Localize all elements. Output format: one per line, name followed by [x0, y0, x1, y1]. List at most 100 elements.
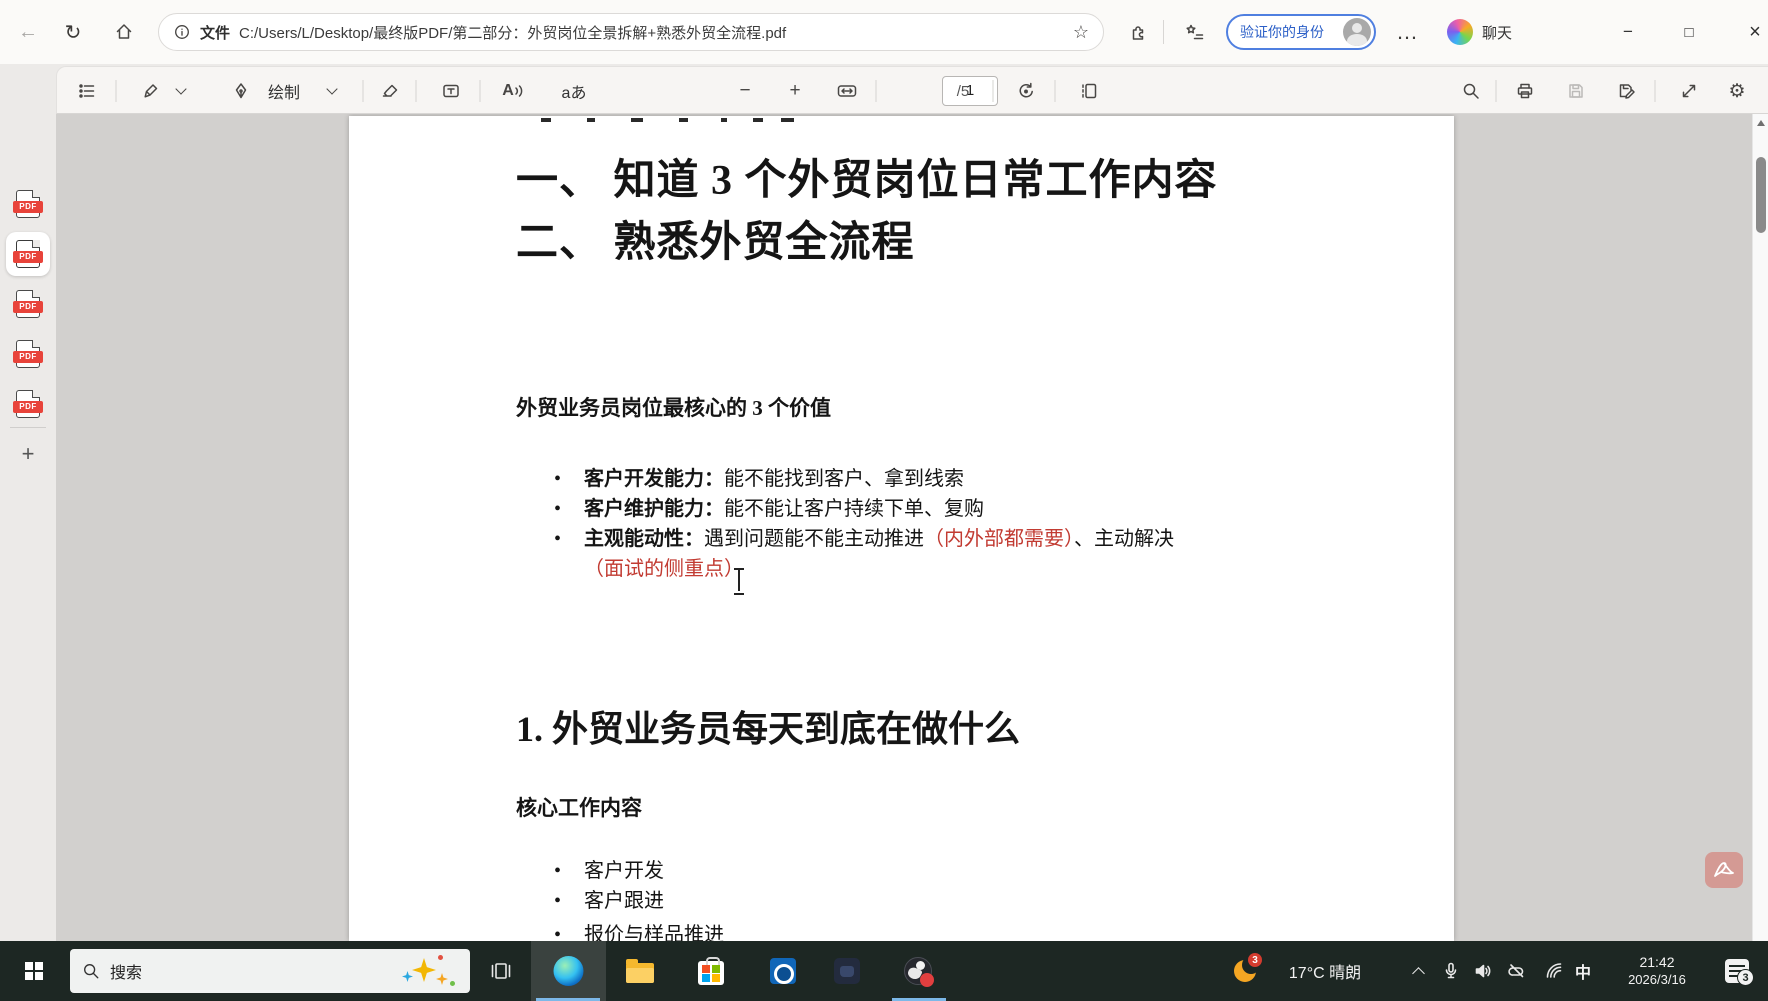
taskbar-search-box[interactable]: 搜索	[70, 949, 470, 993]
profile-avatar	[1343, 18, 1371, 46]
doc-heading-2: 二、 熟悉外贸全流程	[516, 208, 915, 269]
pdf-file-icon: PDF	[16, 240, 40, 268]
read-aloud-icon[interactable]: A	[495, 67, 531, 115]
fullscreen-expand-icon[interactable]	[1671, 67, 1707, 115]
outlook-icon	[770, 958, 796, 984]
cutoff-text-fragment	[631, 118, 643, 122]
window-minimize-button[interactable]: −	[1605, 0, 1651, 64]
divider	[480, 80, 481, 102]
weather-tray-item[interactable]: 3	[1228, 941, 1262, 1001]
cutoff-text-fragment	[781, 118, 794, 122]
cutoff-text-fragment	[541, 118, 551, 122]
microphone-tray-icon[interactable]	[1437, 941, 1465, 1001]
windows-logo-icon	[25, 962, 43, 980]
zoom-out-icon[interactable]: −	[728, 67, 762, 115]
list-item: •客户开发能力：能不能找到客户、拿到线索	[554, 464, 1174, 494]
pdf-file-icon: PDF	[16, 340, 40, 368]
draw-label[interactable]: 绘制	[259, 67, 309, 115]
pinned-app-button[interactable]	[827, 941, 867, 1001]
search-icon	[82, 962, 100, 980]
draw-pen-icon[interactable]	[224, 67, 258, 115]
doc-heading-1: 一、 知道 3 个外贸岗位日常工作内容	[516, 146, 1218, 207]
vertical-tab-pdf-3[interactable]: PDF	[16, 290, 40, 318]
vertical-tab-pdf-1[interactable]: PDF	[16, 190, 40, 218]
folder-icon	[626, 963, 654, 983]
list-item: •主观能动性：遇到问题能不能主动推进（内外部都需要）、主动解决	[554, 524, 1174, 554]
ime-indicator[interactable]: 中	[1569, 941, 1597, 1001]
network-signal-tray-icon[interactable]	[1540, 941, 1568, 1001]
copilot-chat-label[interactable]: 聊天	[1482, 0, 1512, 64]
add-text-icon[interactable]	[433, 67, 469, 115]
extensions-puzzle-icon[interactable]	[1118, 0, 1158, 64]
scroll-up-arrow-icon[interactable]	[1757, 120, 1765, 126]
browser-top-bar: ← ↻ 文件 C:/Users/L/Desktop/最终版PDF/第二部分：外贸…	[0, 0, 1768, 64]
divider	[116, 80, 117, 102]
start-button[interactable]	[12, 941, 56, 1001]
search-icon[interactable]	[1453, 67, 1489, 115]
address-bar[interactable]: 文件 C:/Users/L/Desktop/最终版PDF/第二部分：外贸岗位全景…	[158, 13, 1104, 51]
action-center-button[interactable]: 3	[1717, 941, 1757, 1001]
save-as-icon[interactable]	[1609, 67, 1645, 115]
core-work-list: •客户开发 •客户跟进 •报价与样品推进	[554, 856, 724, 941]
list-item: •客户开发	[554, 856, 724, 886]
highlighter-chevron-icon[interactable]	[169, 67, 193, 115]
list-item-clipped: •报价与样品推进	[554, 920, 724, 941]
translate-icon[interactable]: aあ	[552, 67, 596, 115]
weather-text[interactable]: 17°C 晴朗	[1265, 941, 1385, 1001]
disabled-device-tray-icon[interactable]	[1502, 941, 1530, 1001]
vertical-tab-pdf-4[interactable]: PDF	[16, 340, 40, 368]
scrollbar[interactable]	[1752, 114, 1768, 941]
zoom-in-icon[interactable]: +	[778, 67, 812, 115]
pdf-viewport: 一、 知道 3 个外贸岗位日常工作内容 二、 熟悉外贸全流程 外贸业务员岗位最核…	[56, 114, 1768, 941]
print-icon[interactable]	[1507, 67, 1543, 115]
highlighter-icon[interactable]	[133, 67, 169, 115]
table-of-contents-icon[interactable]	[70, 67, 104, 115]
scrollbar-thumb[interactable]	[1756, 157, 1766, 233]
core-values-title: 外贸业务员岗位最核心的 3 个价值	[516, 392, 831, 422]
back-icon[interactable]: ←	[8, 0, 48, 64]
pdf-toolbar-panel: 绘制 A aあ − + 1 /5	[56, 66, 1768, 114]
copilot-icon[interactable]	[1447, 19, 1473, 45]
dark-app-icon	[834, 958, 860, 984]
verify-identity-button[interactable]: 验证你的身份	[1226, 14, 1376, 50]
core-values-list: •客户开发能力：能不能找到客户、拿到线索 •客户维护能力：能不能让客户持续下单、…	[554, 464, 1174, 584]
file-protocol-label: 文件	[200, 22, 230, 43]
pdf-file-icon: PDF	[16, 190, 40, 218]
search-highlights-sparkle-icon[interactable]	[402, 953, 458, 989]
favorite-star-icon[interactable]: ☆	[1073, 22, 1089, 43]
store-icon	[698, 961, 724, 985]
home-icon[interactable]	[104, 0, 144, 64]
edge-icon	[531, 941, 606, 1001]
fit-to-width-icon[interactable]	[827, 67, 867, 115]
page-view-icon[interactable]	[1071, 67, 1107, 115]
acrobat-overlay-icon[interactable]	[1705, 852, 1743, 888]
draw-chevron-icon[interactable]	[320, 67, 344, 115]
rotate-icon[interactable]	[1008, 67, 1044, 115]
speaker-tray-icon[interactable]	[1469, 941, 1497, 1001]
task-view-button[interactable]	[481, 941, 521, 1001]
edge-taskbar-button[interactable]	[531, 941, 606, 1001]
pdf-file-icon: PDF	[16, 290, 40, 318]
obs-studio-button[interactable]	[896, 941, 940, 1001]
new-tab-plus-icon[interactable]: +	[22, 441, 35, 467]
vertical-tab-pdf-5[interactable]: PDF	[16, 390, 40, 418]
save-icon	[1558, 67, 1594, 115]
cutoff-text-fragment	[587, 118, 595, 122]
clock-tray-item[interactable]: 21:42 2026/3/16	[1612, 941, 1702, 1001]
window-maximize-button[interactable]: □	[1666, 0, 1712, 64]
vertical-tab-pdf-2-active[interactable]: PDF	[16, 240, 40, 268]
file-explorer-button[interactable]	[620, 941, 660, 1001]
list-item: •客户跟进	[554, 886, 724, 916]
divider	[1055, 80, 1056, 102]
refresh-icon[interactable]: ↻	[53, 0, 93, 64]
eraser-icon[interactable]	[372, 67, 408, 115]
microsoft-store-button[interactable]	[691, 941, 731, 1001]
outlook-button[interactable]	[763, 941, 803, 1001]
pdf-page: 一、 知道 3 个外贸岗位日常工作内容 二、 熟悉外贸全流程 外贸业务员岗位最核…	[349, 116, 1454, 941]
settings-menu-dots-icon[interactable]: …	[1387, 0, 1427, 64]
recording-dot	[920, 973, 934, 987]
favorites-bar-icon[interactable]	[1175, 0, 1215, 64]
window-close-button[interactable]: ×	[1732, 0, 1768, 64]
tray-overflow-chevron-icon[interactable]	[1404, 941, 1432, 1001]
settings-gear-icon[interactable]: ⚙	[1719, 67, 1755, 115]
